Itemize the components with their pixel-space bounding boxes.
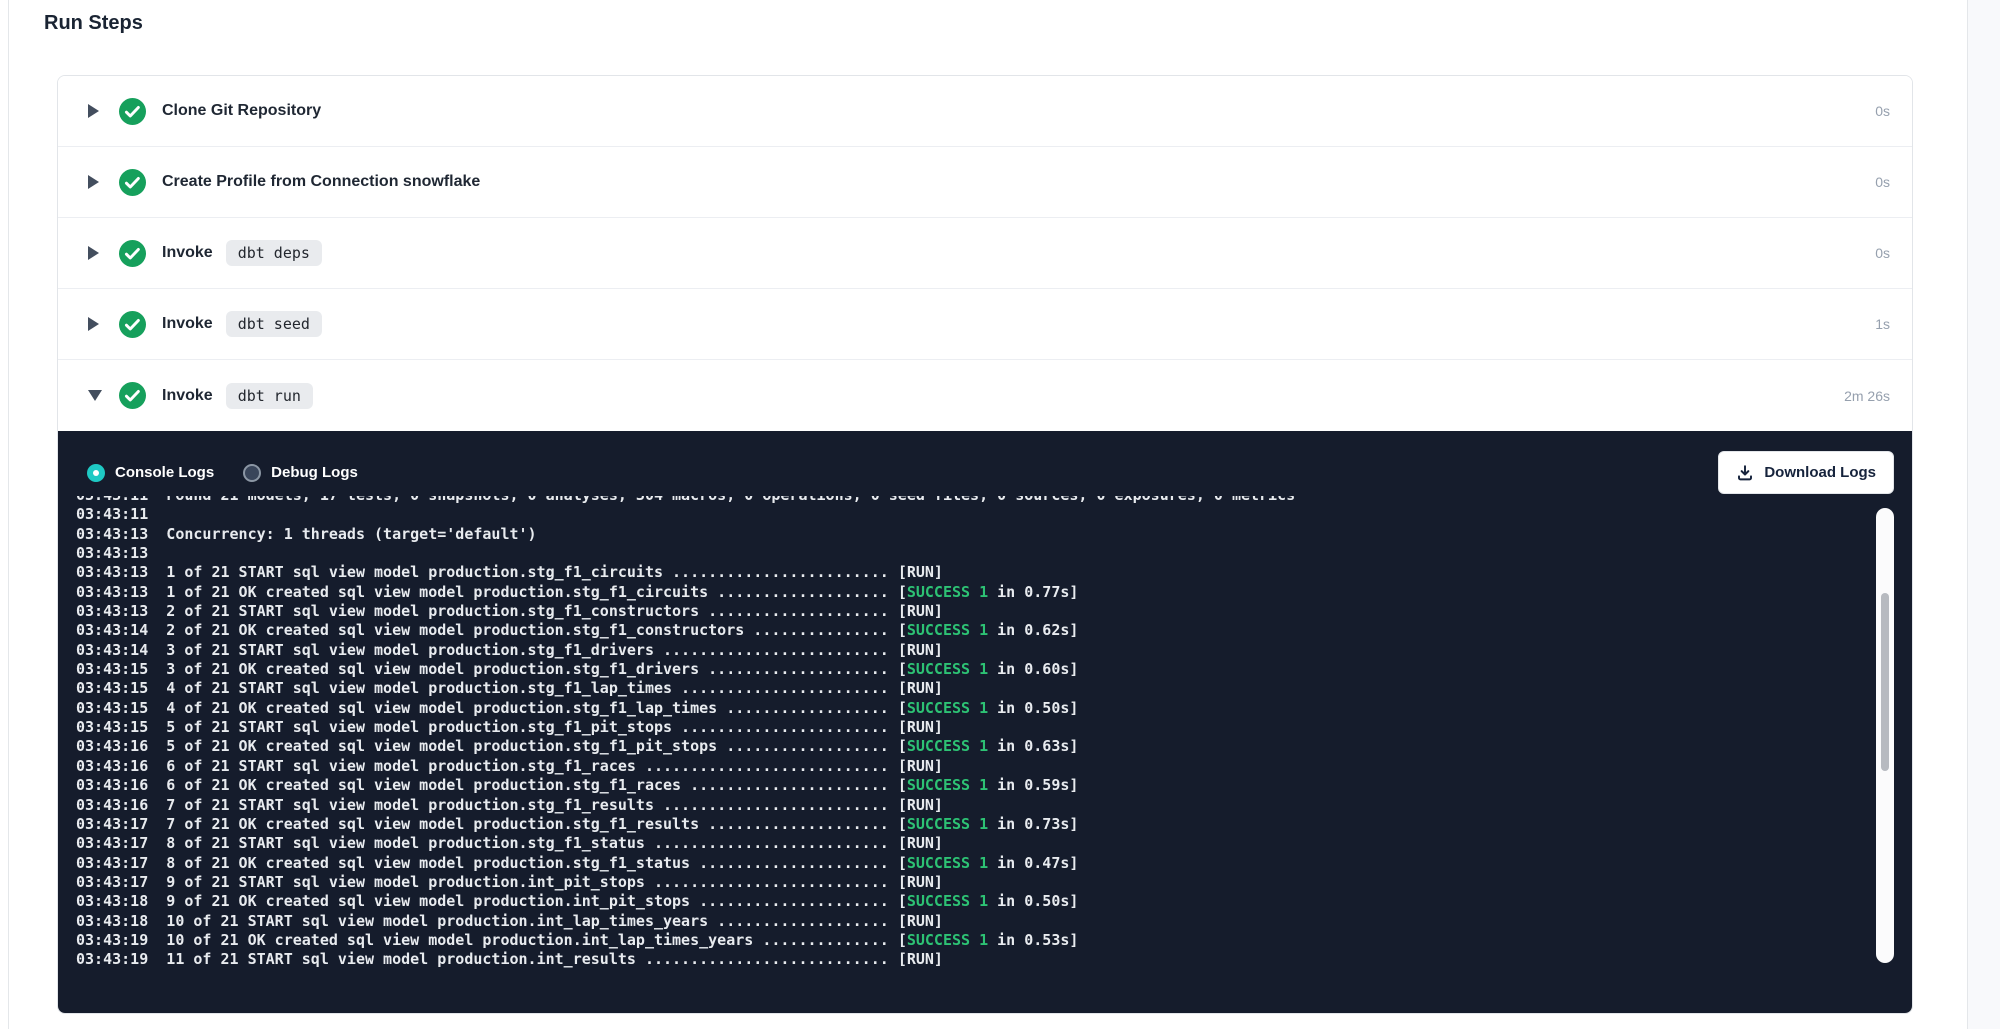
log-line: 03:43:17 8 of 21 START sql view model pr… xyxy=(76,834,1872,853)
log-success-badge: SUCCESS 1 xyxy=(907,737,988,755)
console-panel: Console Logs Debug Logs Download Logs 03:… xyxy=(58,431,1912,1013)
console-log[interactable]: 03:43:11 Found 21 models, 17 tests, 0 sn… xyxy=(76,496,1872,1008)
log-success-badge: SUCCESS 1 xyxy=(907,776,988,794)
log-line: 03:43:17 8 of 21 OK created sql view mod… xyxy=(76,854,1872,873)
page: Run Steps Clone Git Repository0sCreate P… xyxy=(0,0,2000,1029)
radio-unselected-icon[interactable] xyxy=(243,464,261,482)
log-line: 03:43:17 9 of 21 START sql view model pr… xyxy=(76,873,1872,892)
log-line: 03:43:19 10 of 21 OK created sql view mo… xyxy=(76,931,1872,950)
step-success-check-icon xyxy=(119,98,146,125)
log-line: 03:43:18 9 of 21 OK created sql view mod… xyxy=(76,892,1872,911)
triangle-down-icon xyxy=(88,390,102,401)
console-log-lines: 03:43:11 Found 21 models, 17 tests, 0 sn… xyxy=(76,496,1872,970)
step-duration: 1s xyxy=(1875,316,1890,332)
log-line: 03:43:16 5 of 21 OK created sql view mod… xyxy=(76,737,1872,756)
log-success-badge: SUCCESS 1 xyxy=(907,583,988,601)
step-success-check-icon xyxy=(119,169,146,196)
log-line: 03:43:15 4 of 21 OK created sql view mod… xyxy=(76,699,1872,718)
log-line: 03:43:14 2 of 21 OK created sql view mod… xyxy=(76,621,1872,640)
log-success-badge: SUCCESS 1 xyxy=(907,621,988,639)
log-line: 03:43:13 Concurrency: 1 threads (target=… xyxy=(76,525,1872,544)
log-line: 03:43:17 7 of 21 OK created sql view mod… xyxy=(76,815,1872,834)
download-logs-label: Download Logs xyxy=(1764,464,1876,481)
log-line: 03:43:13 2 of 21 START sql view model pr… xyxy=(76,602,1872,621)
triangle-right-icon xyxy=(88,104,99,118)
log-line: 03:43:13 1 of 21 START sql view model pr… xyxy=(76,563,1872,582)
log-line: 03:43:11 Found 21 models, 17 tests, 0 sn… xyxy=(76,496,1872,505)
log-line: 03:43:15 3 of 21 OK created sql view mod… xyxy=(76,660,1872,679)
log-line: 03:43:13 1 of 21 OK created sql view mod… xyxy=(76,583,1872,602)
radio-label: Debug Logs xyxy=(271,464,358,481)
page-title: Run Steps xyxy=(44,12,143,35)
step-label: Create Profile from Connection snowflake xyxy=(162,173,480,191)
log-type-option-debug-logs[interactable]: Debug Logs xyxy=(243,464,358,482)
log-line: 03:43:14 3 of 21 START sql view model pr… xyxy=(76,641,1872,660)
step-label: Invoke xyxy=(162,244,213,262)
step-command-chip: dbt deps xyxy=(226,240,322,266)
step-command-chip: dbt run xyxy=(226,383,313,409)
step-success-check-icon xyxy=(119,382,146,409)
console-scrollbar-thumb[interactable] xyxy=(1881,593,1889,771)
log-line: 03:43:16 6 of 21 OK created sql view mod… xyxy=(76,776,1872,795)
log-line: 03:43:19 11 of 21 START sql view model p… xyxy=(76,950,1872,969)
log-line: 03:43:16 6 of 21 START sql view model pr… xyxy=(76,757,1872,776)
log-success-badge: SUCCESS 1 xyxy=(907,854,988,872)
page-right-gutter xyxy=(1967,0,2000,1029)
log-success-badge: SUCCESS 1 xyxy=(907,815,988,833)
log-success-badge: SUCCESS 1 xyxy=(907,660,988,678)
download-icon xyxy=(1736,464,1764,482)
log-line: 03:43:15 4 of 21 START sql view model pr… xyxy=(76,679,1872,698)
step-duration: 0s xyxy=(1875,245,1890,261)
log-line: 03:43:11 xyxy=(76,505,1872,524)
run-step-row-2[interactable]: Create Profile from Connection snowflake… xyxy=(58,147,1912,218)
step-duration: 0s xyxy=(1875,174,1890,190)
radio-label: Console Logs xyxy=(115,464,214,481)
run-step-row-4[interactable]: Invoke dbt seed 1s xyxy=(58,289,1912,360)
step-label: Clone Git Repository xyxy=(162,102,321,120)
left-panel-divider xyxy=(8,0,9,1029)
expand-chevron-icon[interactable] xyxy=(88,175,102,189)
run-step-row-3[interactable]: Invoke dbt deps 0s xyxy=(58,218,1912,289)
step-label: Invoke xyxy=(162,315,213,333)
run-step-row-5[interactable]: Invoke dbt run 2m 26s xyxy=(58,360,1912,431)
run-steps-card: Clone Git Repository0sCreate Profile fro… xyxy=(57,75,1913,1014)
log-line: 03:43:18 10 of 21 START sql view model p… xyxy=(76,912,1872,931)
console-scrollbar[interactable] xyxy=(1876,508,1894,963)
log-success-badge: SUCCESS 1 xyxy=(907,931,988,949)
log-line: 03:43:15 5 of 21 START sql view model pr… xyxy=(76,718,1872,737)
expand-chevron-icon[interactable] xyxy=(88,104,102,118)
triangle-right-icon xyxy=(88,317,99,331)
download-logs-button[interactable]: Download Logs xyxy=(1718,451,1894,494)
expand-chevron-icon[interactable] xyxy=(88,246,102,260)
run-steps-list: Clone Git Repository0sCreate Profile fro… xyxy=(58,76,1912,431)
step-label: Invoke xyxy=(162,387,213,405)
log-line: 03:43:16 7 of 21 START sql view model pr… xyxy=(76,796,1872,815)
triangle-right-icon xyxy=(88,246,99,260)
step-duration: 0s xyxy=(1875,103,1890,119)
step-duration: 2m 26s xyxy=(1844,388,1890,404)
expand-chevron-icon[interactable] xyxy=(88,317,102,331)
radio-selected-icon[interactable] xyxy=(87,464,105,482)
step-command-chip: dbt seed xyxy=(226,311,322,337)
log-type-option-console-logs[interactable]: Console Logs xyxy=(87,464,214,482)
step-success-check-icon xyxy=(119,240,146,267)
step-success-check-icon xyxy=(119,311,146,338)
log-success-badge: SUCCESS 1 xyxy=(907,699,988,717)
log-line: 03:43:13 xyxy=(76,544,1872,563)
log-success-badge: SUCCESS 1 xyxy=(907,892,988,910)
log-type-radio-group: Console Logs Debug Logs xyxy=(87,451,387,494)
collapse-chevron-icon[interactable] xyxy=(88,390,102,401)
run-step-row-1[interactable]: Clone Git Repository 0s xyxy=(58,76,1912,147)
triangle-right-icon xyxy=(88,175,99,189)
